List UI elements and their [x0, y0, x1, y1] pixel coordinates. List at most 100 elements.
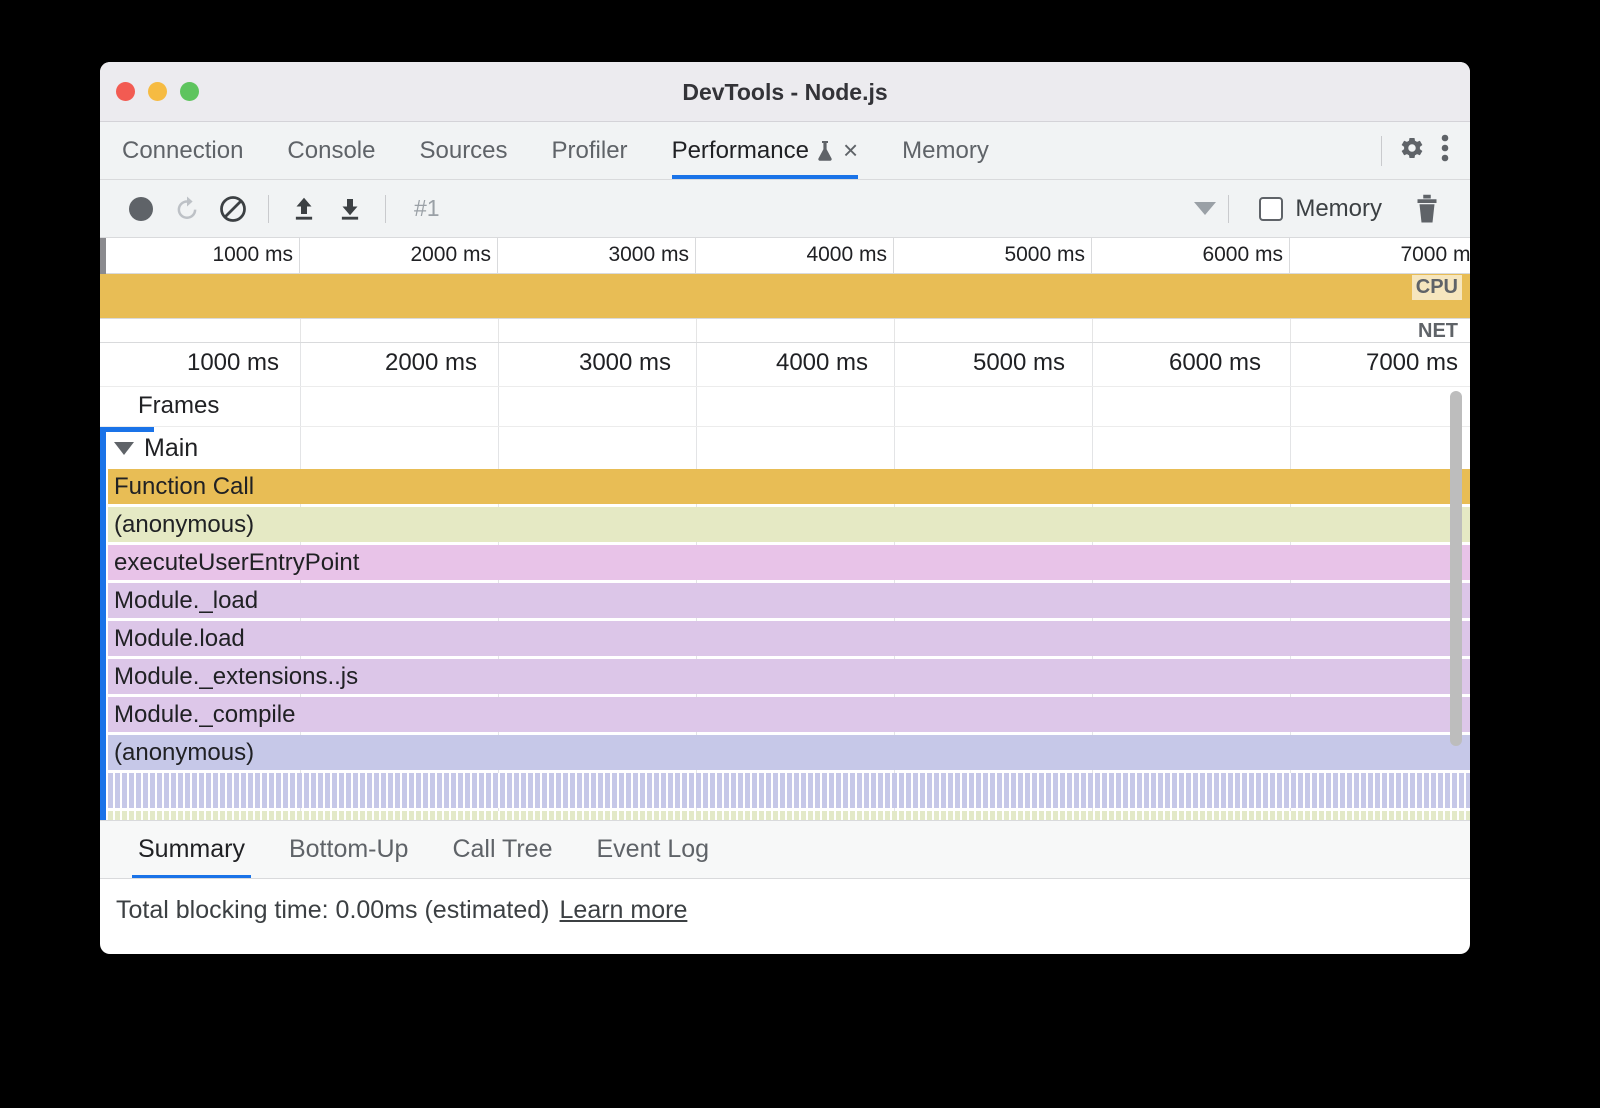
flame-chart-rows: Function Call(anonymous)executeUserEntry… — [100, 469, 1470, 821]
flame-tick: 6000 ms — [1169, 349, 1261, 377]
flame-bar[interactable]: Module.load — [108, 621, 1470, 656]
main-tab-bar: Connection Console Sources Profiler Perf… — [100, 122, 1470, 180]
tab-label: Console — [287, 137, 375, 165]
overview-tick: 6000 ms — [1092, 238, 1290, 273]
flame-bar-dense-group[interactable] — [108, 773, 1470, 808]
flame-chart-ruler: 1000 ms 2000 ms 3000 ms 4000 ms 5000 ms … — [100, 343, 1470, 387]
tab-console[interactable]: Console — [265, 122, 397, 179]
flame-bar-label: Module.load — [108, 625, 245, 653]
main-group-header[interactable]: Main — [100, 427, 1470, 469]
overview-tick: 7000 ms — [1290, 238, 1470, 273]
flame-bar[interactable]: (anonymous) — [108, 507, 1470, 542]
record-circle-icon — [127, 195, 155, 223]
flame-bar-label: (anonymous) — [108, 739, 254, 767]
chevron-down-icon[interactable] — [114, 442, 134, 455]
tab-connection[interactable]: Connection — [100, 122, 265, 179]
record-button[interactable] — [118, 186, 164, 232]
flame-bar[interactable]: Module._extensions..js — [108, 659, 1470, 694]
overview-cpu-track[interactable]: CPU — [100, 274, 1470, 319]
tab-performance[interactable]: Performance × — [650, 122, 881, 179]
details-tab-bar: Summary Bottom-Up Call Tree Event Log — [100, 821, 1470, 879]
tab-sources[interactable]: Sources — [397, 122, 529, 179]
clear-no-entry-icon — [218, 194, 248, 224]
reload-icon — [172, 194, 202, 224]
memory-checkbox[interactable]: Memory — [1259, 195, 1382, 223]
flame-chart[interactable]: 1000 ms 2000 ms 3000 ms 4000 ms 5000 ms … — [100, 343, 1470, 821]
timeline-overview[interactable]: 1000 ms 2000 ms 3000 ms 4000 ms 5000 ms … — [100, 238, 1470, 343]
window-title: DevTools - Node.js — [100, 79, 1470, 106]
gridline — [1092, 319, 1093, 342]
title-bar: DevTools - Node.js — [100, 62, 1470, 122]
chevron-down-icon — [1194, 202, 1216, 215]
tab-label: Profiler — [552, 137, 628, 165]
close-icon[interactable]: × — [843, 137, 858, 163]
tab-memory[interactable]: Memory — [880, 122, 1011, 179]
flame-bar[interactable]: Module._compile — [108, 697, 1470, 732]
tab-label: Event Log — [597, 835, 710, 864]
tab-label: Bottom-Up — [289, 835, 408, 864]
tab-label: Connection — [122, 137, 243, 165]
tab-bar-actions — [1381, 122, 1470, 179]
overview-ruler[interactable]: 1000 ms 2000 ms 3000 ms 4000 ms 5000 ms … — [100, 238, 1470, 274]
memory-checkbox-label: Memory — [1295, 195, 1382, 223]
tab-profiler[interactable]: Profiler — [530, 122, 650, 179]
net-track-label: NET — [1414, 319, 1462, 344]
flame-bar[interactable]: Module._load — [108, 583, 1470, 618]
overview-tick: 4000 ms — [696, 238, 894, 273]
flame-bar-label: executeUserEntryPoint — [108, 549, 359, 577]
flame-bar[interactable]: (anonymous) — [108, 735, 1470, 770]
main-group-label: Main — [144, 434, 198, 463]
tab-label: Call Tree — [452, 835, 552, 864]
flame-bar[interactable]: executeUserEntryPoint — [108, 545, 1470, 580]
flame-bar[interactable]: Function Call — [108, 469, 1470, 504]
flask-icon — [817, 140, 833, 162]
clear-button[interactable] — [210, 186, 256, 232]
divider — [385, 195, 386, 223]
reload-and-record-button[interactable] — [164, 186, 210, 232]
performance-toolbar: #1 Memory — [100, 180, 1470, 238]
main-track-group: Main Function Call(anonymous)executeUser… — [100, 427, 1470, 821]
vertical-scrollbar[interactable] — [1450, 391, 1462, 746]
download-profile-icon — [335, 194, 365, 224]
kebab-menu-icon[interactable] — [1440, 132, 1450, 169]
flame-bar-dense-group[interactable] — [108, 811, 1470, 821]
flame-tick: 2000 ms — [385, 349, 477, 377]
gridline — [696, 319, 697, 342]
flame-bar-label: Module._compile — [108, 701, 295, 729]
gridline — [300, 319, 301, 342]
tab-event-log[interactable]: Event Log — [575, 821, 732, 878]
tab-call-tree[interactable]: Call Tree — [430, 821, 574, 878]
gear-icon[interactable] — [1396, 133, 1426, 168]
tab-label: Summary — [138, 835, 245, 864]
overview-tick: 2000 ms — [300, 238, 498, 273]
tab-summary[interactable]: Summary — [116, 821, 267, 878]
flame-tick: 5000 ms — [973, 349, 1065, 377]
learn-more-link[interactable]: Learn more — [560, 896, 688, 925]
gridline — [1290, 319, 1291, 342]
tab-bottom-up[interactable]: Bottom-Up — [267, 821, 430, 878]
overview-net-track[interactable]: NET — [100, 319, 1470, 343]
divider — [268, 195, 269, 223]
tab-label: Performance — [672, 137, 809, 165]
gridline — [894, 319, 895, 342]
group-accent-bar — [100, 427, 106, 821]
flame-tick: 4000 ms — [776, 349, 868, 377]
trash-icon — [1414, 194, 1440, 224]
gridline — [498, 319, 499, 342]
devtools-window: DevTools - Node.js Connection Console So… — [100, 62, 1470, 954]
upload-profile-button[interactable] — [281, 186, 327, 232]
flame-tick: 3000 ms — [579, 349, 671, 377]
divider — [1228, 195, 1229, 223]
download-profile-button[interactable] — [327, 186, 373, 232]
flame-tick: 1000 ms — [187, 349, 279, 377]
session-selector-label[interactable]: #1 — [414, 195, 440, 222]
overview-tick: 1000 ms — [100, 238, 300, 273]
overview-tick: 5000 ms — [894, 238, 1092, 273]
divider — [1381, 136, 1382, 166]
checkbox-box[interactable] — [1259, 197, 1283, 221]
delete-recording-button[interactable] — [1404, 186, 1450, 232]
session-dropdown-button[interactable] — [1194, 202, 1216, 215]
frames-track[interactable]: Frames — [100, 387, 1470, 427]
total-blocking-time-text: Total blocking time: 0.00ms (estimated) — [116, 896, 550, 925]
upload-profile-icon — [289, 194, 319, 224]
